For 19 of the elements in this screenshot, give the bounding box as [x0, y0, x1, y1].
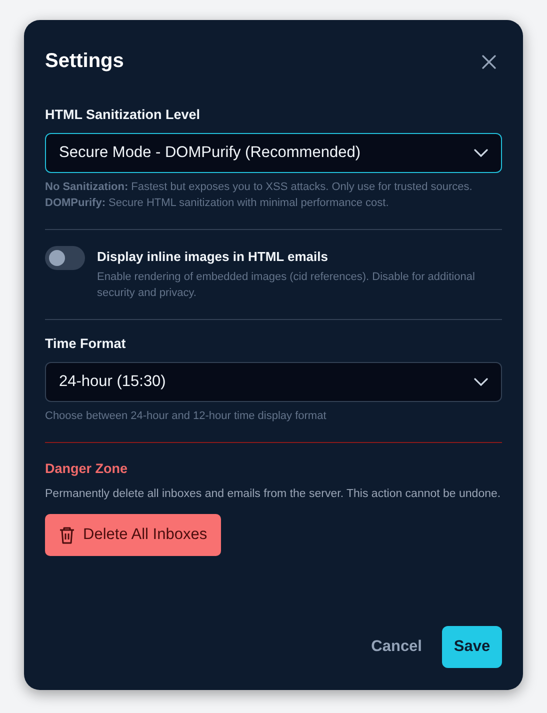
toggle-switch[interactable] — [45, 246, 85, 270]
help-text: No Sanitization: Fastest but exposes you to XSS attacks. Only use for trusted sources. DOMPurify: Secure HTML sanitization with minimal performance cost. — [45, 180, 474, 211]
section-title: Danger Zone — [45, 461, 129, 476]
dialog-title: Settings — [45, 50, 124, 73]
sanitization-select[interactable]: Secure Mode - DOMPurify (Recommended) — [45, 133, 502, 173]
trash-icon — [59, 526, 75, 544]
toggle-label: Display inline images in HTML emails — [97, 249, 329, 264]
close-icon[interactable] — [482, 54, 496, 68]
field-label: HTML Sanitization Level — [45, 107, 202, 122]
field-label: Time Format — [45, 336, 127, 351]
help-text: Enable rendering of embedded images (cid references). Disable for additional security and privacy. — [97, 270, 476, 301]
warning-text: Permanently delete all inboxes and emails from the server. This action cannot be undone. — [45, 487, 502, 502]
delete-all-button[interactable]: Delete All Inboxes — [45, 514, 222, 556]
chevron-down-icon — [474, 378, 488, 386]
help-text: Choose between 24-hour and 12-hour time display format — [45, 409, 328, 424]
time-format-select[interactable]: 24-hour (15:30) — [45, 362, 502, 402]
chevron-down-icon — [474, 149, 488, 157]
save-button[interactable]: Save — [442, 626, 502, 668]
cancel-button[interactable]: Cancel — [371, 638, 422, 656]
